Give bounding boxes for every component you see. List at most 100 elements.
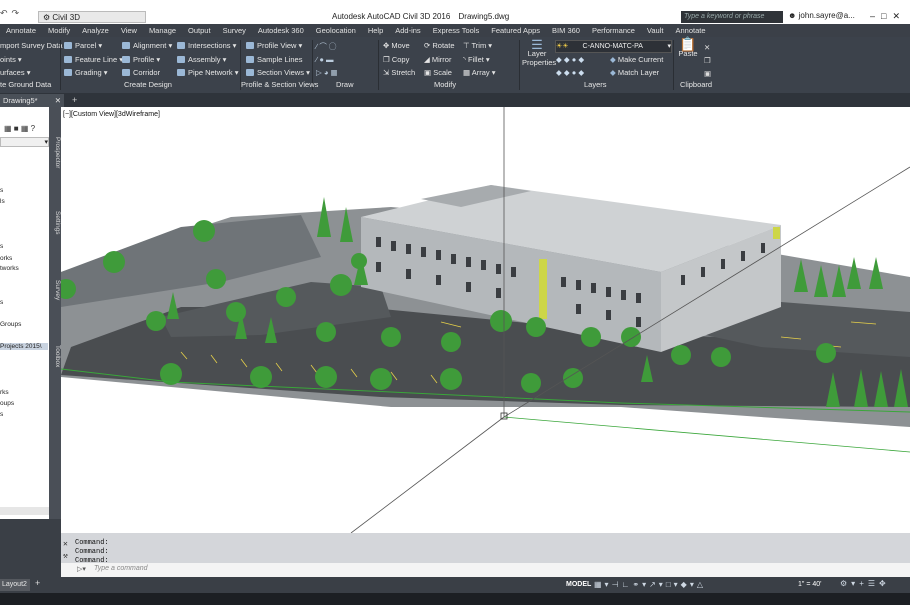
panel-title-modify[interactable]: Modify bbox=[434, 80, 456, 89]
tree-item[interactable]: Groups bbox=[0, 321, 21, 328]
drawing-viewport[interactable]: [−][Custom View][3dWireframe] bbox=[61, 107, 910, 533]
annotation-scale[interactable]: 1" = 40' bbox=[798, 579, 821, 591]
panel-title-profile-section-views[interactable]: Profile & Section Views bbox=[241, 80, 318, 89]
tree-item[interactable]: s bbox=[0, 411, 3, 418]
tree-item[interactable]: rks bbox=[0, 389, 9, 396]
tab-view[interactable]: View bbox=[115, 24, 143, 37]
tab-performance[interactable]: Performance bbox=[586, 24, 641, 37]
parcel-button[interactable]: Parcel ▾ bbox=[64, 41, 102, 50]
tab-annotate[interactable]: Annotate bbox=[0, 24, 42, 37]
palette-view-dropdown[interactable]: ▾ bbox=[0, 137, 49, 147]
fillet-button[interactable]: ◝ Fillet ▾ bbox=[463, 55, 490, 64]
grading-button[interactable]: Grading ▾ bbox=[64, 68, 108, 77]
tab-featured-apps[interactable]: Featured Apps bbox=[485, 24, 546, 37]
clipboard-tools[interactable]: ✕ ❐ ▣ bbox=[704, 41, 711, 80]
tab-analyze[interactable]: Analyze bbox=[76, 24, 115, 37]
profile-button[interactable]: Profile ▾ bbox=[122, 55, 160, 64]
tab-toolbox[interactable]: Toolbox bbox=[49, 345, 61, 367]
pipe-network-button[interactable]: Pipe Network ▾ bbox=[177, 68, 238, 77]
draw-shape-tools[interactable]: ▷ ◕ ▦ bbox=[316, 68, 338, 77]
drafting-toggles[interactable]: ▦▾⊣∟⚭▾↗▾□▾◆▾△ bbox=[594, 579, 706, 591]
profile-view-icon bbox=[246, 42, 254, 49]
tab-prospector[interactable]: Prospector bbox=[49, 137, 61, 168]
new-tab-button[interactable]: + bbox=[72, 95, 77, 105]
import-survey-data-button[interactable]: mport Survey Data bbox=[0, 41, 63, 50]
window-controls[interactable]: –□✕ bbox=[870, 11, 906, 22]
tab-vault[interactable]: Vault bbox=[641, 24, 670, 37]
make-current-button[interactable]: ◆ Make Current bbox=[610, 55, 663, 64]
tab-modify[interactable]: Modify bbox=[42, 24, 76, 37]
tree-item[interactable]: ls bbox=[0, 198, 5, 205]
array-button[interactable]: ▦ Array ▾ bbox=[463, 68, 496, 77]
model-space-button[interactable]: MODEL bbox=[566, 579, 591, 591]
layer-dropdown[interactable]: ☀☀ C-ANNO-MATC-PA ▾ bbox=[555, 40, 672, 53]
horizontal-scrollbar[interactable] bbox=[0, 507, 49, 515]
quick-access-toolbar: ↶ ↷ bbox=[0, 6, 19, 20]
tab-help[interactable]: Help bbox=[362, 24, 389, 37]
redo-icon[interactable]: ↷ bbox=[12, 8, 20, 19]
feature-line-button[interactable]: Feature Line ▾ bbox=[64, 55, 123, 64]
layer-isolate-tools[interactable]: ◆ ◆ ● ◆ bbox=[556, 68, 584, 77]
rotate-button[interactable]: ⟳ Rotate bbox=[424, 41, 455, 50]
tab-manage[interactable]: Manage bbox=[143, 24, 182, 37]
stretch-button[interactable]: ⇲ Stretch bbox=[383, 68, 415, 77]
move-button[interactable]: ✥ Move bbox=[383, 41, 410, 50]
undo-icon[interactable]: ↶ bbox=[0, 8, 8, 19]
scale-button[interactable]: ▣ Scale bbox=[424, 68, 452, 77]
intersections-button[interactable]: Intersections ▾ bbox=[177, 41, 236, 50]
tab-survey[interactable]: Survey bbox=[217, 24, 252, 37]
alignment-icon bbox=[122, 42, 130, 49]
match-layer-button[interactable]: ◆ Match Layer bbox=[610, 68, 659, 77]
alignment-button[interactable]: Alignment ▾ bbox=[122, 41, 172, 50]
tab-survey[interactable]: Survey bbox=[49, 280, 61, 300]
draw-polyline-tools[interactable]: ∕ ● ▬ bbox=[316, 55, 333, 64]
tab-settings[interactable]: Settings bbox=[49, 211, 61, 235]
corridor-button[interactable]: Corridor bbox=[122, 68, 160, 77]
command-line[interactable]: ▷▾ Type a command bbox=[61, 563, 910, 577]
paste-button[interactable]: 📋 Paste bbox=[678, 37, 698, 58]
search-input[interactable]: Type a keyword or phrase bbox=[681, 11, 783, 23]
tab-geolocation[interactable]: Geolocation bbox=[310, 24, 362, 37]
sample-lines-button[interactable]: Sample Lines bbox=[246, 55, 302, 64]
tree-item-selected[interactable]: Projects 2015\ bbox=[0, 343, 48, 350]
tab-autodesk-360[interactable]: Autodesk 360 bbox=[252, 24, 310, 37]
tree-item[interactable]: tworks bbox=[0, 265, 19, 272]
draw-line-tools[interactable]: ∕ ⌒ ◯ bbox=[316, 41, 336, 52]
tree-item[interactable]: orks bbox=[0, 255, 12, 262]
mirror-button[interactable]: ◢ Mirror bbox=[424, 55, 451, 64]
panel-title-layers[interactable]: Layers bbox=[584, 80, 607, 89]
panel-title-draw[interactable]: Draw bbox=[336, 80, 354, 89]
status-tools-right[interactable]: ⚙▾+☰✥ bbox=[840, 579, 890, 588]
user-account[interactable]: ☻ john.sayre@a... bbox=[788, 11, 855, 20]
match-layer-icon: ◆ bbox=[610, 68, 616, 77]
tab-add-ins[interactable]: Add-ins bbox=[389, 24, 426, 37]
tab-bim-360[interactable]: BIM 360 bbox=[546, 24, 586, 37]
points-button[interactable]: oints ▾ bbox=[0, 55, 22, 64]
assembly-button[interactable]: Assembly ▾ bbox=[177, 55, 226, 64]
close-icon[interactable]: ✕ bbox=[55, 94, 61, 107]
panel-title-create-design[interactable]: Create Design bbox=[124, 80, 172, 89]
command-input[interactable]: Type a command bbox=[94, 565, 148, 572]
palette-toolbar-icons[interactable]: ▦ ■ ▦ ? bbox=[4, 124, 35, 133]
tab-express-tools[interactable]: Express Tools bbox=[427, 24, 486, 37]
document-tab-drawing5[interactable]: Drawing5* ✕ bbox=[0, 94, 64, 107]
new-layout-button[interactable]: + bbox=[35, 578, 40, 588]
profile-view-button[interactable]: Profile View ▾ bbox=[246, 41, 302, 50]
tree-item[interactable]: oups bbox=[0, 400, 14, 407]
workspace-dropdown[interactable]: ⚙ Civil 3D bbox=[38, 11, 146, 23]
panel-title-clipboard[interactable]: Clipboard bbox=[680, 80, 712, 89]
surfaces-button[interactable]: urfaces ▾ bbox=[0, 68, 30, 77]
tab-output[interactable]: Output bbox=[182, 24, 217, 37]
layer-properties-button[interactable]: ☰ Layer Properties bbox=[522, 38, 556, 67]
command-window-controls[interactable]: ✕ ⚒ bbox=[63, 539, 73, 563]
tree-item[interactable]: s bbox=[0, 243, 3, 250]
tree-item[interactable]: s bbox=[0, 299, 3, 306]
layer-state-tools[interactable]: ◆ ◆ ● ◆ bbox=[556, 55, 584, 64]
tree-item[interactable]: s bbox=[0, 187, 3, 194]
trim-button[interactable]: ⊤ Trim ▾ bbox=[463, 41, 492, 50]
copy-button[interactable]: ❐ Copy bbox=[383, 55, 409, 64]
panel-title-ground-data[interactable]: te Ground Data bbox=[0, 80, 51, 89]
viewport-controls-label[interactable]: [−][Custom View][3dWireframe] bbox=[63, 111, 160, 118]
section-views-button[interactable]: Section Views ▾ bbox=[246, 68, 310, 77]
layout-tab[interactable]: Layout2 bbox=[0, 579, 30, 591]
